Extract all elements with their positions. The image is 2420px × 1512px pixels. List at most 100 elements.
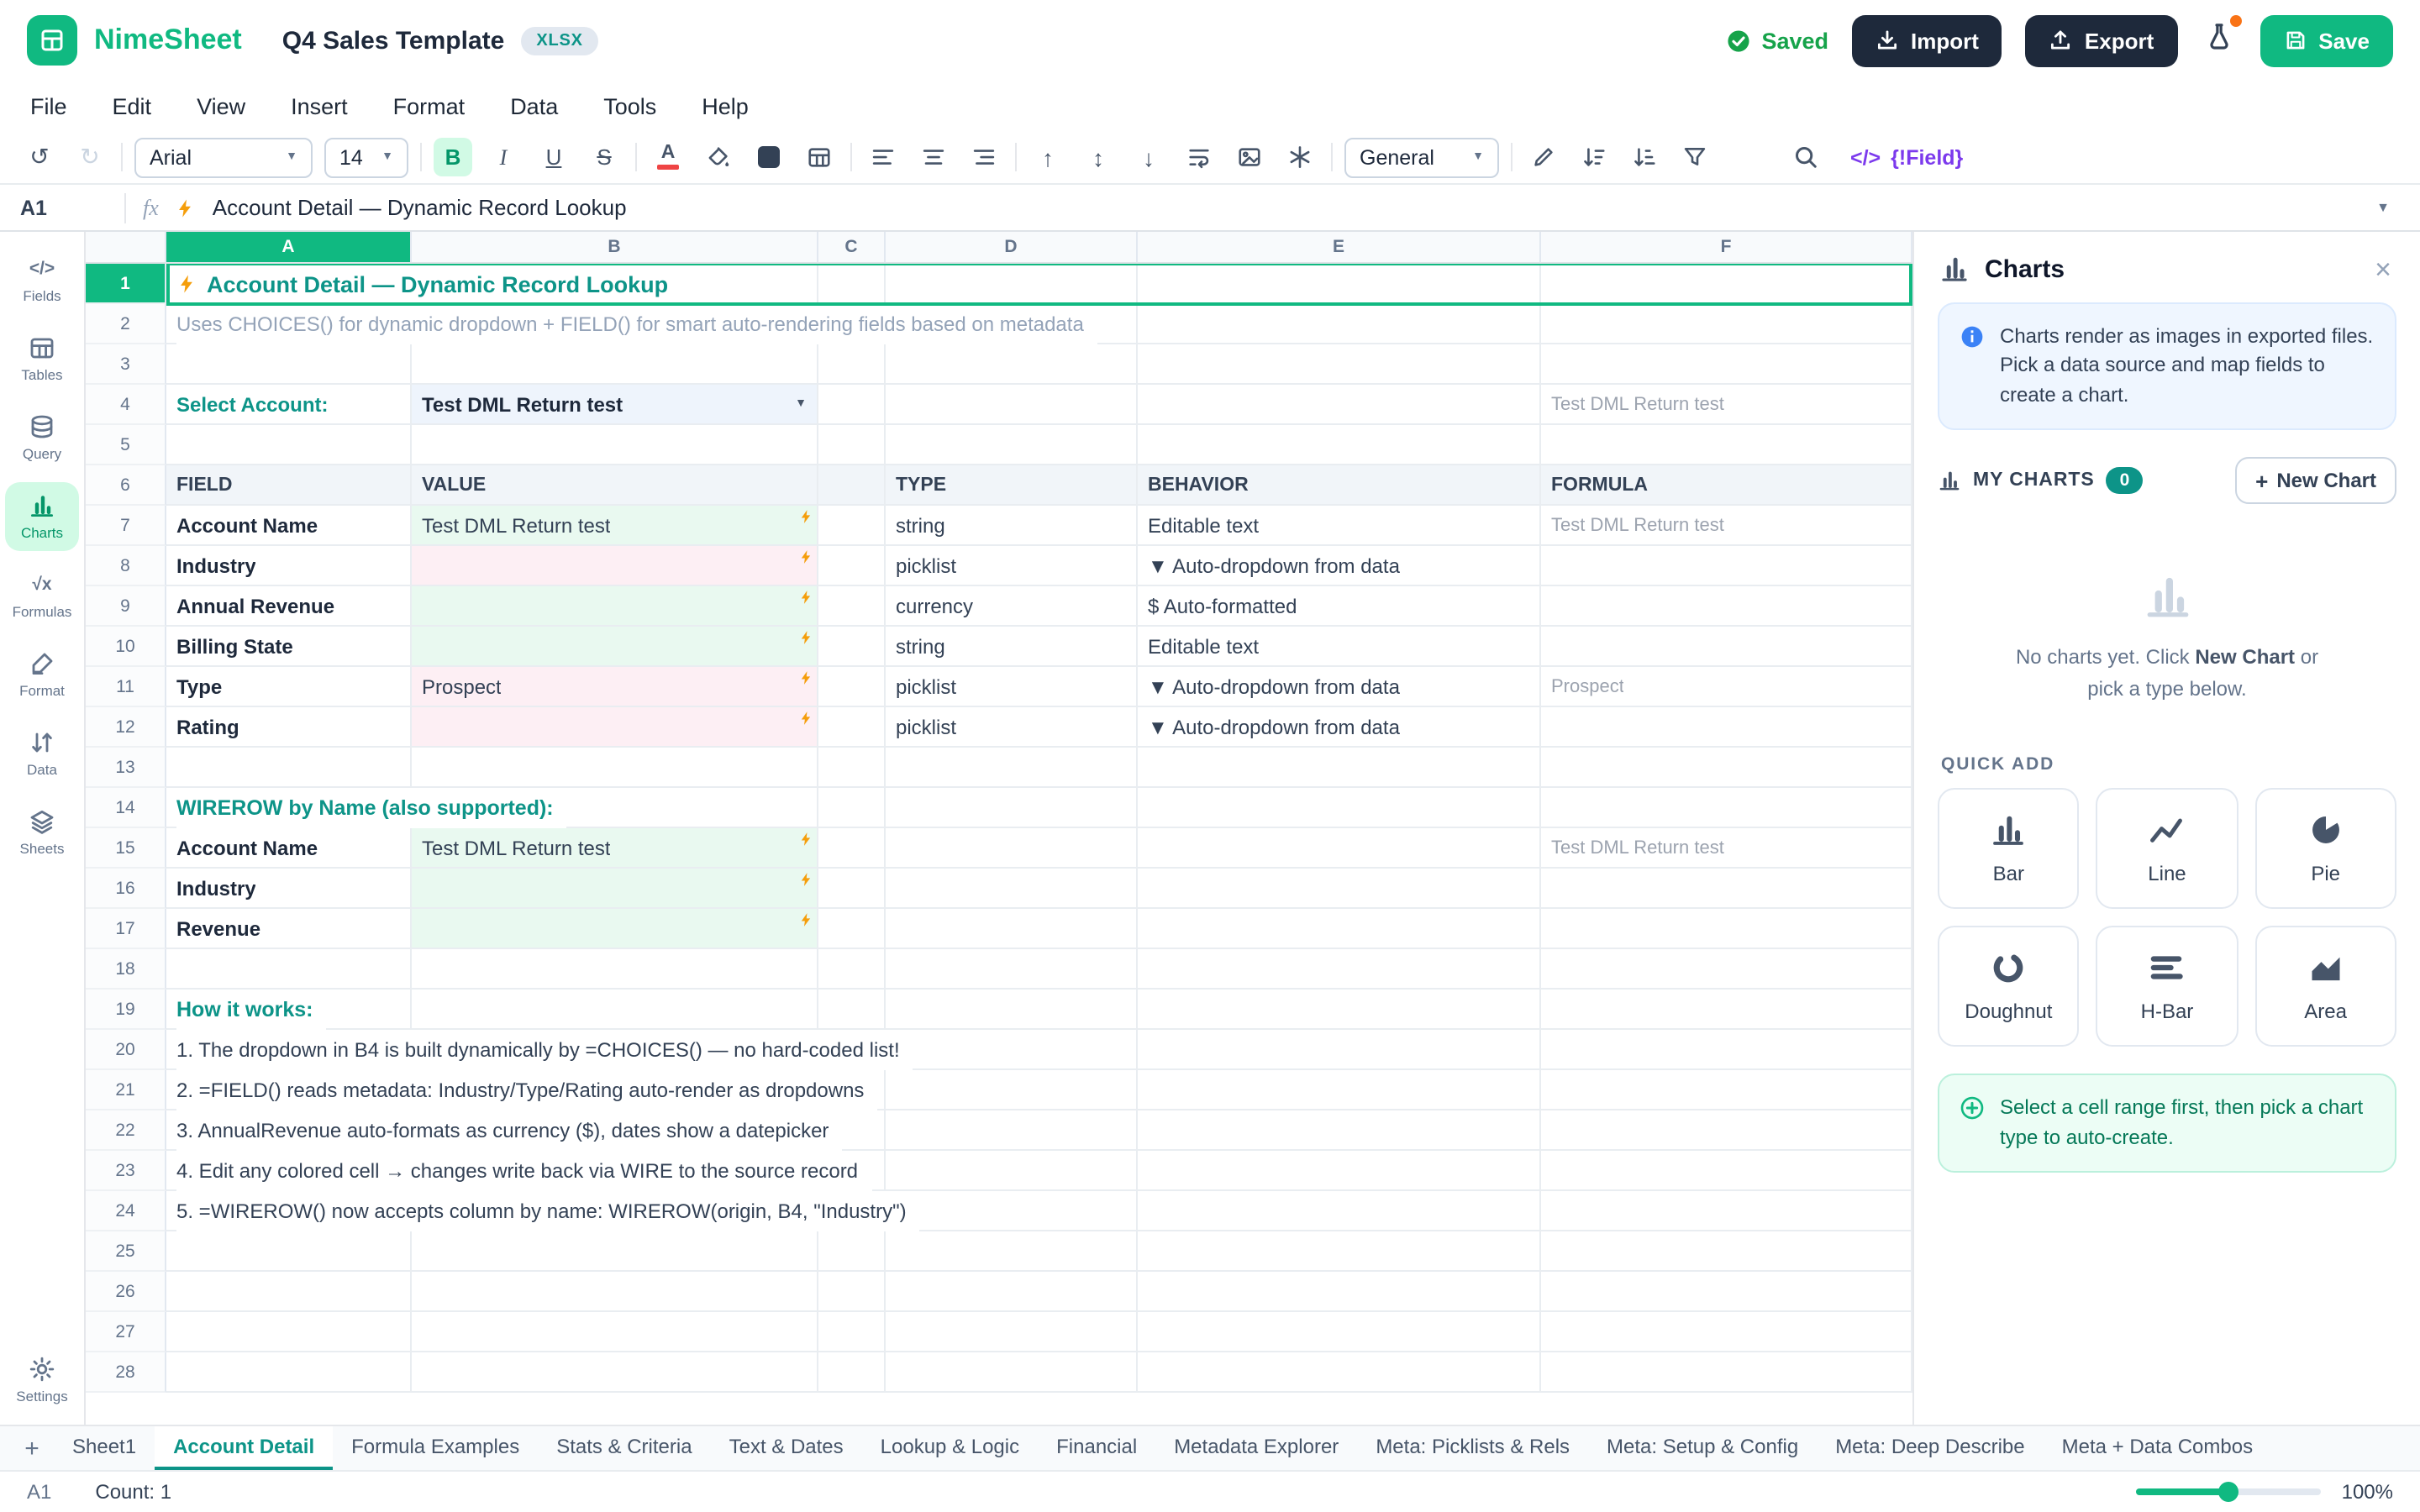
rail-item-charts[interactable]: Charts	[5, 482, 79, 551]
cell-F6[interactable]: FORMULA	[1541, 465, 1912, 506]
cell-E1[interactable]	[1138, 264, 1541, 304]
row-header-6[interactable]: 6	[86, 465, 166, 506]
align-center-button[interactable]	[914, 138, 953, 176]
cell-D21[interactable]	[886, 1070, 1138, 1110]
column-header-D[interactable]: D	[886, 232, 1138, 262]
new-chart-button[interactable]: + New Chart	[2235, 457, 2396, 504]
rail-item-sheets[interactable]: Sheets	[5, 798, 79, 867]
cell-B4[interactable]: Test DML Return test▼	[412, 385, 818, 425]
cell-A6[interactable]: FIELD	[166, 465, 412, 506]
cell-E5[interactable]	[1138, 425, 1541, 465]
cell-F17[interactable]	[1541, 909, 1912, 949]
cell-D7[interactable]: string	[886, 506, 1138, 546]
cell-F2[interactable]	[1541, 304, 1912, 344]
rail-item-settings[interactable]: Settings	[5, 1346, 79, 1415]
cell-E25[interactable]	[1138, 1231, 1541, 1272]
cell-E22[interactable]	[1138, 1110, 1541, 1151]
column-header-A[interactable]: A	[166, 232, 412, 262]
cell-B13[interactable]	[412, 748, 818, 788]
row-header-12[interactable]: 12	[86, 707, 166, 748]
sheet-tab-meta-setup-config[interactable]: Meta: Setup & Config	[1588, 1426, 1817, 1470]
cell-A7[interactable]: Account Name	[166, 506, 412, 546]
cell-F19[interactable]	[1541, 990, 1912, 1030]
cell-B10[interactable]	[412, 627, 818, 667]
cell-C6[interactable]	[818, 465, 886, 506]
cell-D27[interactable]	[886, 1312, 1138, 1352]
wrap-text-button[interactable]	[1180, 138, 1218, 176]
cell-A10[interactable]: Billing State	[166, 627, 412, 667]
row-header-21[interactable]: 21	[86, 1070, 166, 1110]
cell-F23[interactable]	[1541, 1151, 1912, 1191]
cell-C9[interactable]	[818, 586, 886, 627]
cell-A17[interactable]: Revenue	[166, 909, 412, 949]
cell-B28[interactable]	[412, 1352, 818, 1393]
row-header-20[interactable]: 20	[86, 1030, 166, 1070]
row-header-2[interactable]: 2	[86, 304, 166, 344]
cell-E28[interactable]	[1138, 1352, 1541, 1393]
dropdown-caret-icon[interactable]: ▼	[785, 398, 807, 410]
cell-C13[interactable]	[818, 748, 886, 788]
cell-F25[interactable]	[1541, 1231, 1912, 1272]
cell-B6[interactable]: VALUE	[412, 465, 818, 506]
export-button[interactable]: Export	[2026, 14, 2177, 66]
font-select[interactable]: Arial▼	[134, 137, 313, 177]
cell-D23[interactable]	[886, 1151, 1138, 1191]
cell-C18[interactable]	[818, 949, 886, 990]
cell-C11[interactable]	[818, 667, 886, 707]
row-header-25[interactable]: 25	[86, 1231, 166, 1272]
row-header-28[interactable]: 28	[86, 1352, 166, 1393]
cell-B19[interactable]	[412, 990, 818, 1030]
quick-add-area[interactable]: Area	[2254, 927, 2396, 1047]
row-header-11[interactable]: 11	[86, 667, 166, 707]
menu-tools[interactable]: Tools	[603, 93, 656, 118]
cell-D11[interactable]: picklist	[886, 667, 1138, 707]
cell-C3[interactable]	[818, 344, 886, 385]
quick-add-pie[interactable]: Pie	[2254, 789, 2396, 910]
cell-D15[interactable]	[886, 828, 1138, 869]
cell-F7[interactable]: Test DML Return test	[1541, 506, 1912, 546]
cell-A4[interactable]: Select Account:	[166, 385, 412, 425]
menu-edit[interactable]: Edit	[113, 93, 152, 118]
format-painter-button[interactable]	[1524, 138, 1563, 176]
cell-B12[interactable]	[412, 707, 818, 748]
column-header-F[interactable]: F	[1541, 232, 1912, 262]
cell-D13[interactable]	[886, 748, 1138, 788]
rail-item-query[interactable]: Query	[5, 403, 79, 472]
cell-F3[interactable]	[1541, 344, 1912, 385]
cell-D12[interactable]: picklist	[886, 707, 1138, 748]
cell-E10[interactable]: Editable text	[1138, 627, 1541, 667]
sheet-tab-meta-data-combos[interactable]: Meta + Data Combos	[2044, 1426, 2271, 1470]
cell-F1[interactable]	[1541, 264, 1912, 304]
cell-reference-box[interactable]: A1	[20, 196, 108, 219]
sheet-tab-formula-examples[interactable]: Formula Examples	[333, 1426, 538, 1470]
insert-image-button[interactable]	[1230, 138, 1269, 176]
cell-B3[interactable]	[412, 344, 818, 385]
sheet-tab-stats-criteria[interactable]: Stats & Criteria	[538, 1426, 710, 1470]
rail-item-formulas[interactable]: √xFormulas	[5, 561, 79, 630]
cell-F9[interactable]	[1541, 586, 1912, 627]
rail-item-tables[interactable]: Tables	[5, 324, 79, 393]
cell-D8[interactable]: picklist	[886, 546, 1138, 586]
strikethrough-button[interactable]: S	[585, 138, 623, 176]
redo-button[interactable]: ↻	[71, 138, 109, 176]
row-header-13[interactable]: 13	[86, 748, 166, 788]
menu-insert[interactable]: Insert	[291, 93, 348, 118]
cell-E2[interactable]	[1138, 304, 1541, 344]
fill-color-button[interactable]	[699, 138, 738, 176]
cell-D26[interactable]	[886, 1272, 1138, 1312]
cell-E26[interactable]	[1138, 1272, 1541, 1312]
font-size-select[interactable]: 14▼	[324, 137, 408, 177]
cell-B8[interactable]	[412, 546, 818, 586]
cell-E13[interactable]	[1138, 748, 1541, 788]
field-chip-button[interactable]: </>{!Field}	[1850, 145, 1963, 169]
column-header-C[interactable]: C	[818, 232, 886, 262]
row-header-23[interactable]: 23	[86, 1151, 166, 1191]
cell-A3[interactable]	[166, 344, 412, 385]
cell-C10[interactable]	[818, 627, 886, 667]
cell-D18[interactable]	[886, 949, 1138, 990]
cell-B11[interactable]: Prospect	[412, 667, 818, 707]
menu-help[interactable]: Help	[702, 93, 749, 118]
cell-E3[interactable]	[1138, 344, 1541, 385]
cell-C14[interactable]	[818, 788, 886, 828]
cell-E15[interactable]	[1138, 828, 1541, 869]
